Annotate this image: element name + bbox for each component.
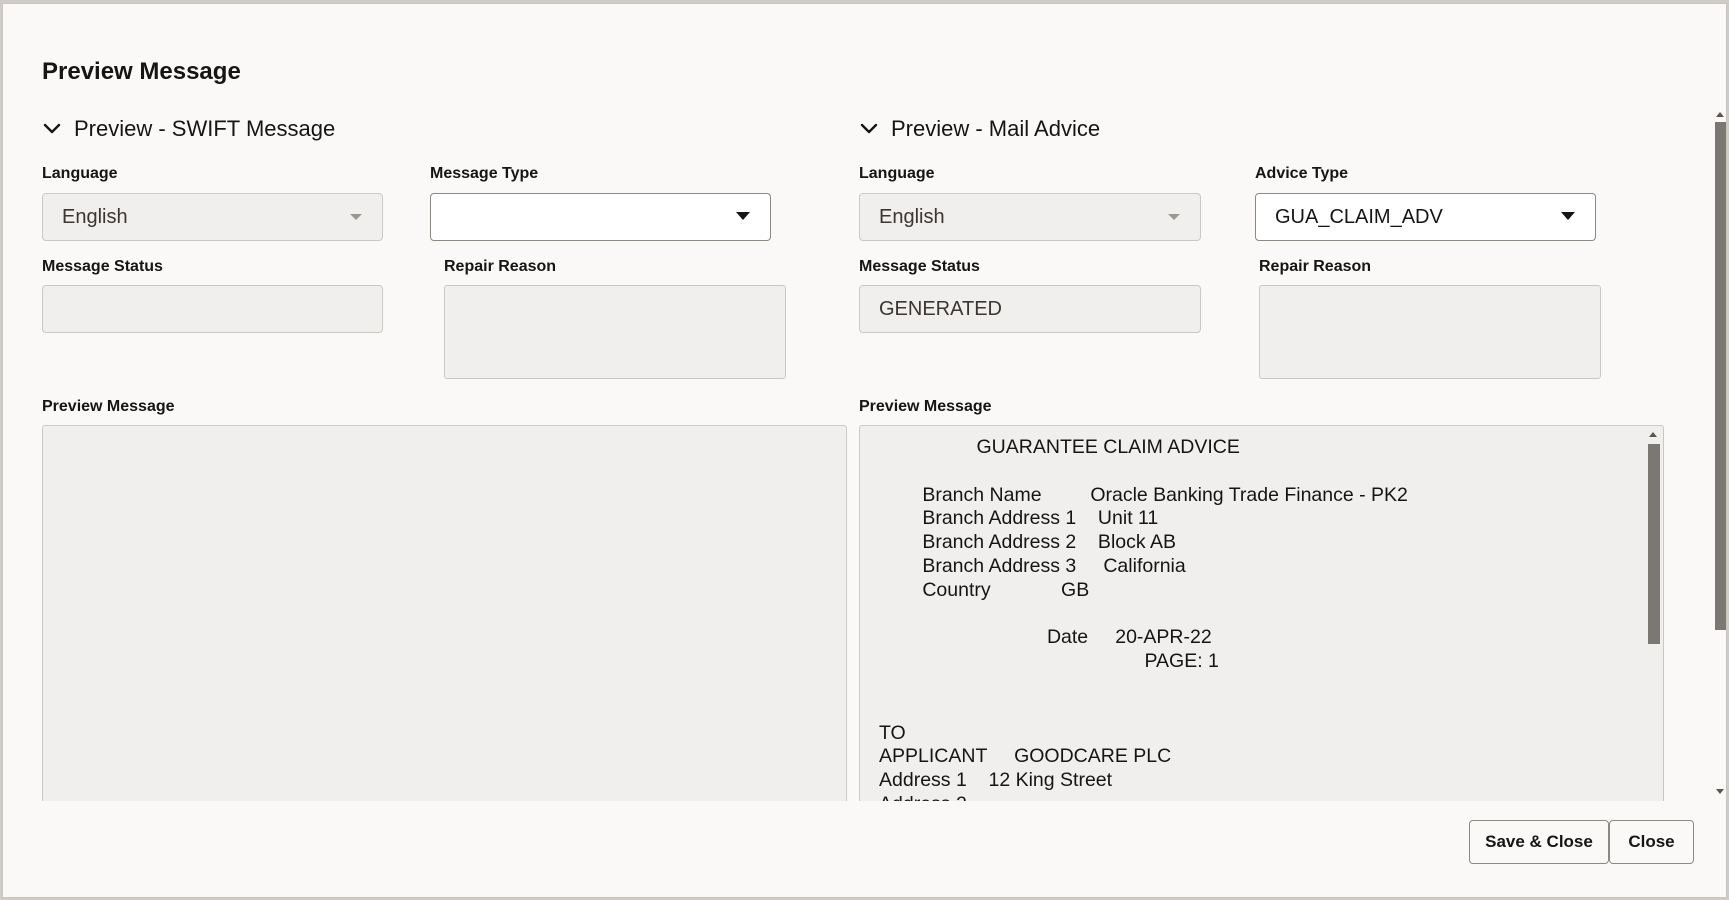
mail-preview-text: GUARANTEE CLAIM ADVICE Branch Name Oracl… xyxy=(879,436,1408,801)
mail-repair-reason-field xyxy=(1259,285,1601,379)
scroll-down-arrow-icon[interactable] xyxy=(1716,789,1724,794)
mail-language-label: Language xyxy=(859,165,935,183)
mail-repair-reason-label: Repair Reason xyxy=(1259,258,1371,276)
mail-message-status-value: GENERATED xyxy=(879,298,1002,321)
swift-section-title: Preview - SWIFT Message xyxy=(74,116,335,142)
caret-down-icon[interactable] xyxy=(1561,212,1575,220)
chevron-down-icon[interactable] xyxy=(42,119,62,139)
swift-language-label: Language xyxy=(42,165,118,183)
swift-section-header[interactable]: Preview - SWIFT Message xyxy=(42,116,335,142)
mail-preview-message-box[interactable]: GUARANTEE CLAIM ADVICE Branch Name Oracl… xyxy=(859,425,1664,801)
swift-repair-reason-field xyxy=(444,285,786,379)
swift-language-select: English xyxy=(42,193,383,241)
footer-divider xyxy=(3,801,1726,802)
mail-section-title: Preview - Mail Advice xyxy=(891,116,1100,142)
dialog-scroll-thumb[interactable] xyxy=(1715,122,1726,630)
caret-down-icon xyxy=(350,214,362,220)
mail-advice-type-label: Advice Type xyxy=(1255,165,1348,183)
chevron-down-icon[interactable] xyxy=(859,119,879,139)
mail-preview-scroll-thumb[interactable] xyxy=(1648,444,1660,644)
preview-message-dialog: Preview Message Preview - SWIFT Message … xyxy=(2,3,1727,898)
mail-message-status-field: GENERATED xyxy=(859,285,1201,333)
mail-advice-type-select[interactable]: GUA_CLAIM_ADV xyxy=(1255,193,1596,241)
mail-preview-scrollbar[interactable] xyxy=(1646,432,1660,777)
mail-advice-type-value: GUA_CLAIM_ADV xyxy=(1275,206,1443,229)
save-close-button[interactable]: Save & Close xyxy=(1469,820,1609,864)
scroll-up-arrow-icon[interactable] xyxy=(1649,432,1657,437)
scroll-up-arrow-icon[interactable] xyxy=(1716,112,1724,117)
mail-language-select: English xyxy=(859,193,1201,241)
dialog-scrollbar[interactable] xyxy=(1713,110,1727,796)
swift-language-value: English xyxy=(62,206,128,229)
caret-down-icon xyxy=(1168,214,1180,220)
swift-message-type-label: Message Type xyxy=(430,165,538,183)
caret-down-icon[interactable] xyxy=(736,212,750,220)
dialog-title: Preview Message xyxy=(42,58,241,86)
mail-section-header[interactable]: Preview - Mail Advice xyxy=(859,116,1100,142)
swift-preview-label: Preview Message xyxy=(42,398,175,416)
mail-preview-label: Preview Message xyxy=(859,398,992,416)
swift-repair-reason-label: Repair Reason xyxy=(444,258,556,276)
swift-message-status-label: Message Status xyxy=(42,258,163,276)
swift-message-type-select[interactable] xyxy=(430,193,771,241)
swift-preview-message-box[interactable] xyxy=(42,425,847,801)
swift-message-status-field xyxy=(42,285,383,333)
mail-language-value: English xyxy=(879,206,945,229)
mail-message-status-label: Message Status xyxy=(859,258,980,276)
close-button[interactable]: Close xyxy=(1609,820,1694,864)
